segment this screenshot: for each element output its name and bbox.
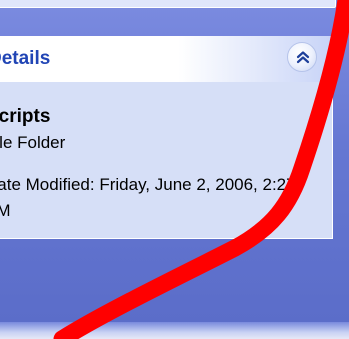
item-type: File Folder: [0, 133, 66, 152]
collapse-button[interactable]: [287, 42, 317, 72]
double-chevron-up-icon: [296, 51, 310, 64]
details-panel-title[interactable]: Details: [0, 48, 50, 70]
item-name: Scripts: [0, 106, 51, 127]
next-panel-edge: [0, 322, 349, 339]
previous-panel-edge: [0, 0, 336, 8]
item-date-modified: Date Modified: Friday, June 2, 2006, 2:2…: [0, 175, 296, 220]
